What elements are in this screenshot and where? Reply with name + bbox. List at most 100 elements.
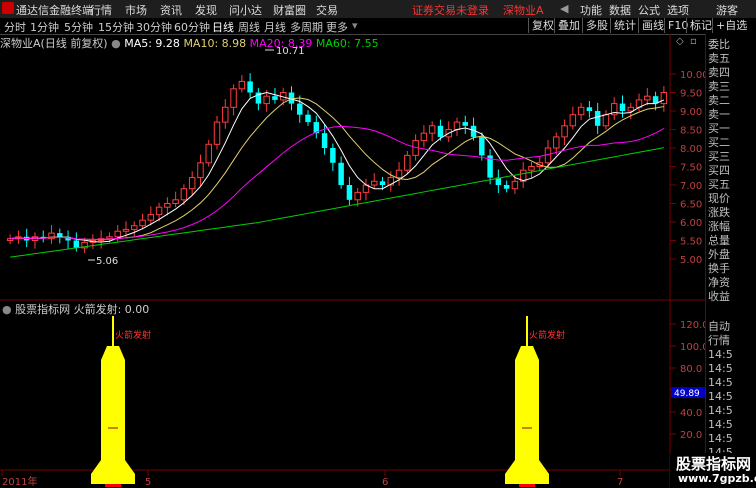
side-panel-buy5-label: 买五: [708, 178, 730, 191]
watermark-url: www.7gpzb.com: [678, 472, 756, 485]
user-guest[interactable]: 游客: [716, 2, 738, 18]
menu-item-function[interactable]: 功能: [580, 2, 602, 18]
tab-monthly[interactable]: 月线: [264, 19, 286, 35]
watermark-logo: 股票指标网 www.7gpzb.com: [670, 453, 756, 487]
candle-body-down: [338, 162, 344, 185]
menu-item-ask[interactable]: 问小达: [229, 2, 262, 18]
side-panel-sell5-label: 卖五: [708, 52, 730, 65]
candle-body-down: [321, 133, 328, 148]
watermark-title: 股票指标网: [676, 455, 752, 473]
menu-item-data[interactable]: 数据: [609, 2, 631, 18]
stock-name-title: 深物业A: [503, 4, 544, 17]
tab-multi-period[interactable]: 多周期: [290, 19, 323, 35]
chevron-down-icon[interactable]: ▾: [352, 19, 358, 32]
candle-body-up: [371, 180, 378, 186]
candle-body-down: [586, 107, 593, 111]
menu-item-news[interactable]: 资讯: [160, 2, 182, 18]
indicator-header: ● 股票指标网 火箭发射: 0.00: [2, 301, 149, 317]
tab-15min[interactable]: 15分钟: [98, 19, 134, 35]
candle-body-up: [164, 203, 171, 208]
app-logo-icon: [2, 2, 14, 14]
indicator-tick-label: 120.0: [680, 320, 705, 331]
low-price-label: 5.06: [96, 256, 118, 267]
candle-body-down: [288, 92, 295, 104]
menu-item-trade[interactable]: 交易: [316, 2, 338, 18]
side-panel-volume-label: 总量: [708, 234, 730, 247]
tab-daily[interactable]: 日线: [212, 19, 234, 35]
side-panel-change-pct-label: 涨幅: [708, 220, 730, 233]
indicator-tick-label: 80.0: [680, 364, 702, 375]
price-tick-label: 7.00: [680, 181, 702, 192]
high-price-label: 10.71: [276, 46, 305, 57]
rocket-signal-label: 火箭发射: [529, 329, 565, 341]
side-panel-buy3-label: 买三: [708, 150, 730, 163]
candle-body-up: [569, 114, 577, 127]
candle-body-up: [404, 154, 411, 171]
time-tick-label: 7: [617, 477, 623, 487]
candle-body-down: [305, 114, 311, 123]
menu-item-quotes[interactable]: 行情: [90, 2, 112, 18]
tab-more[interactable]: 更多: [326, 19, 348, 35]
side-panel-change-label: 涨跌: [708, 206, 730, 219]
kline-chart[interactable]: 10.00 9.50 9.00 8.50 8.00 7.50 7.00 6.50 6.00 5.5…: [0, 34, 705, 487]
side-panel-buy4-label: 买四: [708, 164, 730, 177]
side-panel-earnings-label: 收益: [708, 290, 730, 303]
candle-body-up: [122, 228, 130, 232]
candle-body-down: [479, 136, 485, 156]
trade-login-notice[interactable]: 证券交易未登录: [412, 2, 489, 18]
price-tick-label: 10.00: [680, 70, 705, 81]
time-tick-label: 6: [382, 477, 388, 487]
overlay-button[interactable]: 叠加: [554, 18, 583, 33]
candle-body-down: [346, 185, 353, 200]
tab-5min[interactable]: 5分钟: [64, 19, 93, 35]
menu-item-wealth[interactable]: 财富圈: [273, 2, 306, 18]
menu-item-discover[interactable]: 发现: [195, 2, 217, 18]
price-tick-label: 5.00: [680, 255, 702, 266]
candle-body-down: [594, 111, 601, 126]
price-tick-label: 5.50: [680, 237, 702, 248]
candle-body-up: [660, 92, 668, 105]
indicator-tick-label: 40.0: [680, 408, 702, 419]
side-panel-sell3-label: 卖三: [708, 80, 730, 93]
side-panel-last-price-label: 现价: [708, 192, 730, 205]
multi-stock-button[interactable]: 多股: [582, 18, 611, 33]
candle-body-up: [561, 125, 568, 138]
candle-body-up: [180, 188, 188, 201]
candle-body-up: [147, 214, 155, 221]
rocket-fins: [505, 460, 549, 484]
indicator-name: 股票指标网: [15, 303, 71, 316]
draw-line-button[interactable]: 画线: [638, 18, 667, 33]
adjust-button[interactable]: 复权: [528, 18, 557, 33]
indicator-value: 火箭发射: 0.00: [73, 303, 150, 316]
side-panel-auto-label[interactable]: 自动: [708, 320, 730, 334]
ma60-line: [10, 147, 664, 258]
menu-item-formula[interactable]: 公式: [638, 2, 660, 18]
nav-back-icon[interactable]: ◀: [560, 2, 568, 15]
candle-body-up: [238, 80, 246, 90]
tab-30min[interactable]: 30分钟: [136, 19, 172, 35]
side-panel-sell2-label: 卖二: [708, 94, 730, 107]
candle-body-up: [577, 106, 585, 116]
side-panel-quotes-label[interactable]: 行情: [708, 334, 730, 348]
menu-bar: 通达信金融终端 行情 市场 资讯 发现 问小达 财富圈 交易 证券交易未登录 深…: [0, 0, 756, 19]
tab-timeshare[interactable]: 分时: [4, 19, 26, 35]
candle-body-up: [395, 169, 403, 179]
statistics-button[interactable]: 统计: [610, 18, 639, 33]
candle-body-up: [230, 88, 237, 108]
menu-item-market[interactable]: 市场: [125, 2, 147, 18]
candle-body-down: [619, 103, 626, 111]
candle-body-down: [297, 103, 303, 115]
candle-body-up: [602, 114, 610, 127]
candle-body-down: [57, 233, 63, 237]
candle-body-down: [437, 125, 444, 137]
candle-body-up: [131, 225, 138, 230]
candle-body-up: [114, 230, 121, 238]
tab-weekly[interactable]: 周线: [238, 19, 260, 35]
menu-item-options[interactable]: 选项: [667, 2, 689, 18]
period-toolbar: 分时 1分钟 5分钟 15分钟 30分钟 60分钟 日线 周线 月线 多周期 更…: [0, 18, 756, 35]
side-panel-outer-volume-label: 外盘: [708, 248, 730, 261]
candle-body-up: [354, 191, 361, 201]
tab-60min[interactable]: 60分钟: [174, 19, 210, 35]
candle-body-up: [453, 121, 461, 130]
tab-1min[interactable]: 1分钟: [30, 19, 59, 35]
